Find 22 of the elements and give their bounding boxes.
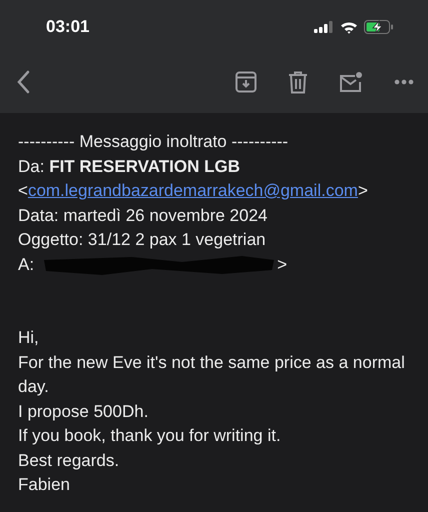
status-time: 03:01 bbox=[46, 17, 90, 37]
more-button[interactable] bbox=[392, 77, 416, 87]
subject-line: Oggetto: 31/12 2 pax 1 vegetrian bbox=[18, 229, 267, 251]
sender-line: Da: FIT RESERVATION LGB bbox=[18, 156, 241, 178]
message-text: Fabien bbox=[18, 474, 71, 496]
message-text: If you book, thank you for writing it. bbox=[18, 425, 282, 447]
message-text: I propose 500Dh. bbox=[18, 400, 150, 422]
archive-button[interactable] bbox=[233, 69, 259, 95]
mark-unread-button[interactable] bbox=[337, 69, 365, 95]
message-text: For the new Eve it's not the same price as a normal day. bbox=[18, 352, 406, 398]
signal-icon bbox=[314, 21, 334, 33]
date-line: Data: martedì 26 novembre 2024 bbox=[18, 204, 268, 226]
email-link[interactable]: com.legrandbazardemarrakech@gmail.com bbox=[28, 181, 358, 200]
message-text: Best regards. bbox=[18, 450, 120, 472]
angle-bracket: > bbox=[277, 254, 287, 276]
recipient-label: A: bbox=[18, 254, 34, 276]
wifi-icon bbox=[340, 20, 358, 34]
angle-bracket: > bbox=[358, 181, 368, 200]
message-text: Hi, bbox=[18, 327, 40, 349]
forward-separator: ---------- Messaggio inoltrato ---------- bbox=[18, 131, 290, 153]
delete-button[interactable] bbox=[286, 68, 310, 96]
angle-bracket: < bbox=[18, 181, 28, 200]
